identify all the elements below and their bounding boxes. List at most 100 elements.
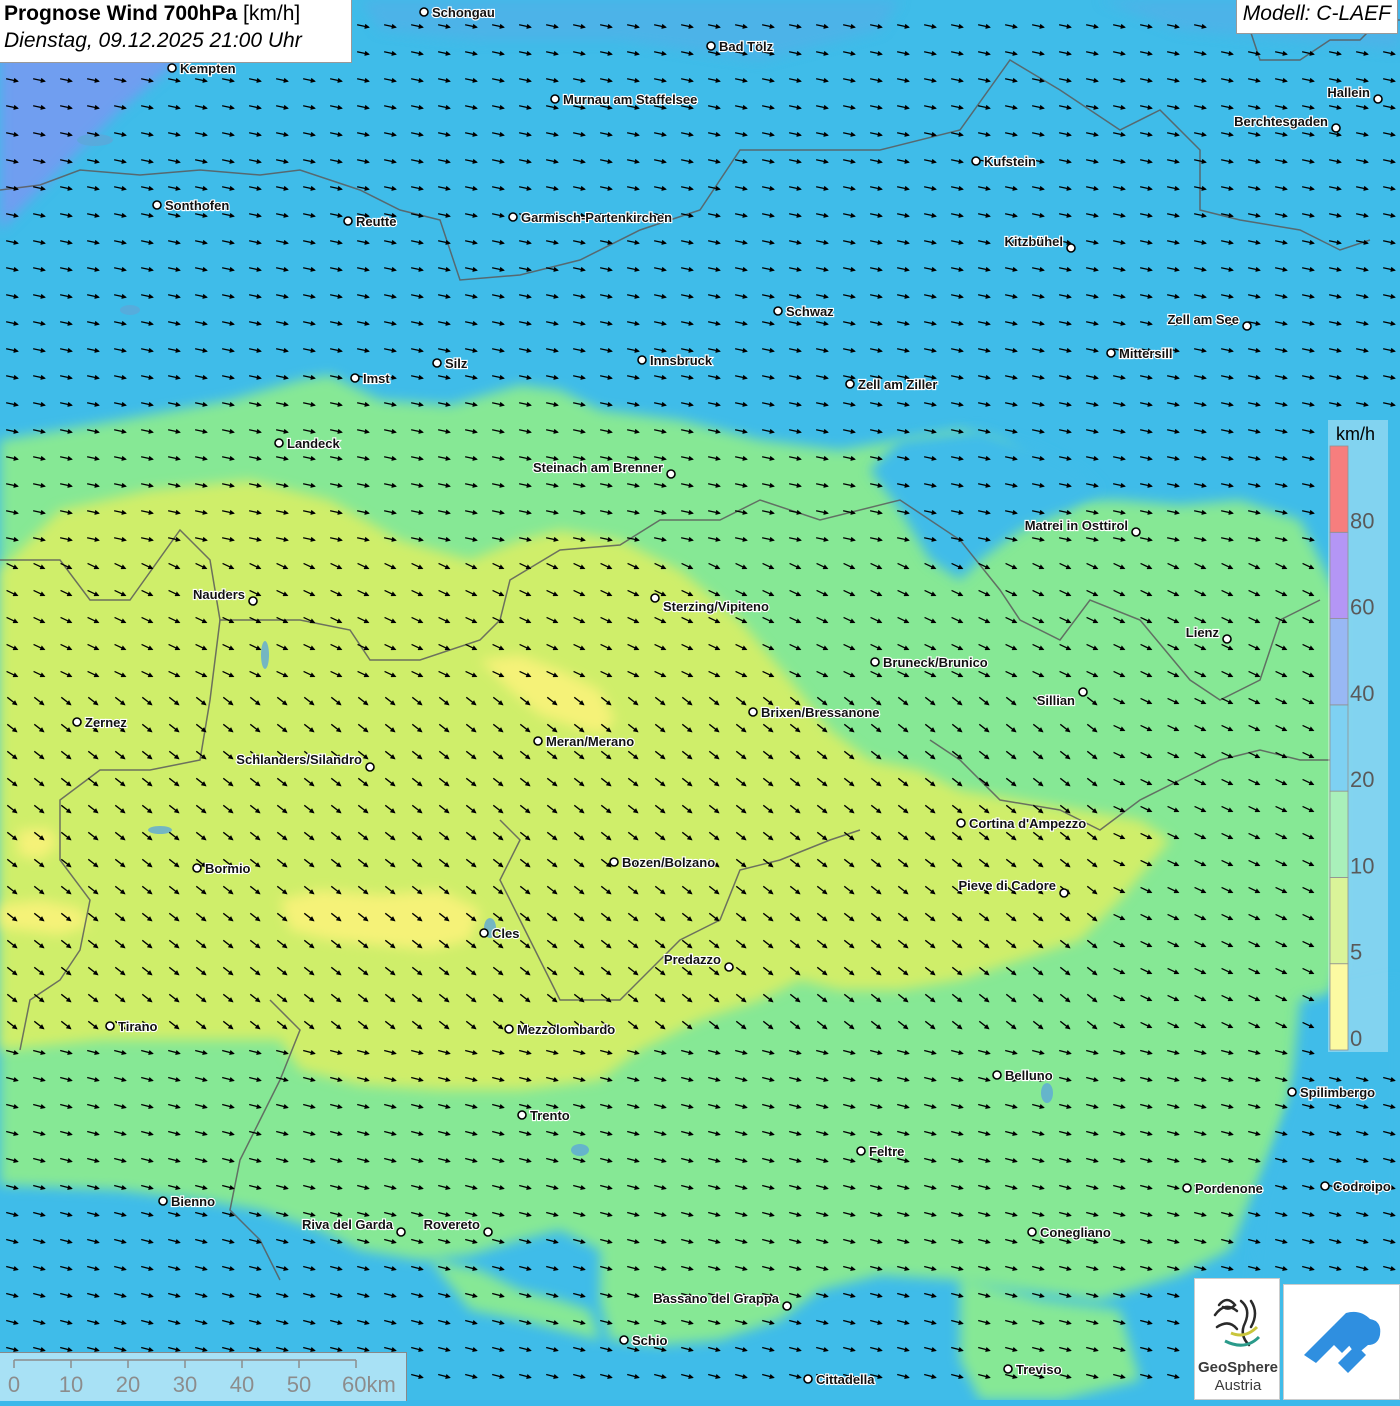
city-marker <box>192 863 202 873</box>
city-marker <box>483 1227 493 1237</box>
title-main: Prognose Wind 700hPa <box>4 2 238 25</box>
city-label: Schlanders/Silandro <box>236 752 362 767</box>
city-marker <box>248 596 258 606</box>
forecast-datetime: Dienstag, 09.12.2025 21:00 Uhr <box>4 29 302 52</box>
city-label: Riva del Garda <box>302 1217 394 1232</box>
scale-bar <box>0 1352 407 1401</box>
city-marker <box>1242 321 1252 331</box>
city-label: Reutte <box>356 214 396 229</box>
city-marker <box>1131 527 1141 537</box>
city-label: Schongau <box>432 5 495 20</box>
city-marker <box>274 438 284 448</box>
city-label: Belluno <box>1005 1068 1053 1083</box>
city-label: Silz <box>445 356 468 371</box>
city-label: Berchtesgaden <box>1234 114 1328 129</box>
city-marker <box>845 379 855 389</box>
geosphere-logo-icon <box>1213 1298 1261 1347</box>
city-marker <box>72 717 82 727</box>
city-label: Lienz <box>1186 625 1220 640</box>
city-marker <box>971 156 981 166</box>
city-marker <box>550 94 560 104</box>
city-marker <box>396 1227 406 1237</box>
city-marker <box>1106 348 1116 358</box>
city-label: Matrei in Osttirol <box>1025 518 1128 533</box>
app-logo-icon <box>1304 1311 1381 1373</box>
city-label: Zell am See <box>1167 312 1239 327</box>
city-marker <box>105 1021 115 1031</box>
city-marker <box>508 212 518 222</box>
city-label: Meran/Merano <box>546 734 634 749</box>
city-marker <box>1222 634 1232 644</box>
city-label: Trento <box>530 1108 570 1123</box>
city-marker <box>504 1024 514 1034</box>
city-marker <box>706 41 716 51</box>
map-title: Prognose Wind 700hPa [km/h] <box>4 2 347 26</box>
city-label: Mittersill <box>1119 346 1172 361</box>
city-label: Zell am Ziller <box>858 377 937 392</box>
city-marker <box>1059 888 1069 898</box>
city-marker <box>1320 1181 1330 1191</box>
geosphere-logo-subtext: Austria <box>1214 1377 1262 1394</box>
city-label: Bassano del Grappa <box>653 1291 779 1306</box>
city-marker <box>724 962 734 972</box>
city-label: Rovereto <box>424 1217 480 1232</box>
geosphere-logo[interactable]: GeoSphere Austria <box>1194 1278 1280 1400</box>
city-marker <box>343 216 353 226</box>
city-marker <box>650 593 660 603</box>
city-label: Innsbruck <box>650 353 713 368</box>
city-label: Hallein <box>1327 85 1370 100</box>
city-label: Cortina d'Ampezzo <box>969 816 1086 831</box>
city-marker <box>1066 243 1076 253</box>
city-label: Tirano <box>118 1019 158 1034</box>
city-marker <box>666 469 676 479</box>
city-marker <box>158 1196 168 1206</box>
city-marker <box>419 7 429 17</box>
city-marker <box>1027 1227 1037 1237</box>
city-label: Kempten <box>180 61 236 76</box>
city-label: Murnau am Staffelsee <box>563 92 697 107</box>
city-label: Schio <box>632 1333 667 1348</box>
city-label: Kitzbühel <box>1005 234 1064 249</box>
city-label: Landeck <box>287 436 341 451</box>
city-marker <box>1287 1087 1297 1097</box>
city-label: Conegliano <box>1040 1225 1111 1240</box>
city-marker <box>533 736 543 746</box>
city-label: Bormio <box>205 861 251 876</box>
city-marker <box>609 857 619 867</box>
city-label: Nauders <box>193 587 245 602</box>
city-marker <box>517 1110 527 1120</box>
city-label: Spilimbergo <box>1300 1085 1375 1100</box>
city-label: Pieve di Cadore <box>958 878 1056 893</box>
city-label: Bienno <box>171 1194 215 1209</box>
city-marker <box>152 200 162 210</box>
city-label: Sonthofen <box>165 198 229 213</box>
city-label: Cittadella <box>816 1372 875 1387</box>
app-logo[interactable] <box>1283 1284 1400 1400</box>
city-label: Sillian <box>1037 693 1075 708</box>
wind-map: 051020406080 SchongauBad TölzKemptenMurn… <box>0 0 1400 1400</box>
city-marker <box>856 1146 866 1156</box>
city-label: Mezzolombardo <box>517 1022 615 1037</box>
city-label: Bruneck/Brunico <box>883 655 988 670</box>
city-marker <box>803 1374 813 1384</box>
city-marker <box>782 1301 792 1311</box>
city-label: Sterzing/Vipiteno <box>663 599 769 614</box>
city-marker <box>992 1070 1002 1080</box>
city-marker <box>1182 1183 1192 1193</box>
geosphere-logo-text: GeoSphere <box>1197 1359 1279 1376</box>
city-label: Garmisch-Partenkirchen <box>521 210 672 225</box>
city-label: Steinach am Brenner <box>533 460 663 475</box>
city-marker <box>479 928 489 938</box>
legend-background <box>1328 420 1388 1052</box>
city-marker <box>1331 123 1341 133</box>
city-marker <box>870 657 880 667</box>
city-label: Imst <box>363 371 390 386</box>
city-label: Pordenone <box>1195 1181 1263 1196</box>
city-marker <box>432 358 442 368</box>
legend-unit: km/h <box>1336 424 1376 444</box>
city-label: Predazzo <box>664 952 721 967</box>
city-label: Codroipo <box>1333 1179 1391 1194</box>
city-marker <box>619 1335 629 1345</box>
city-marker <box>1078 687 1088 697</box>
city-label: Kufstein <box>984 154 1036 169</box>
